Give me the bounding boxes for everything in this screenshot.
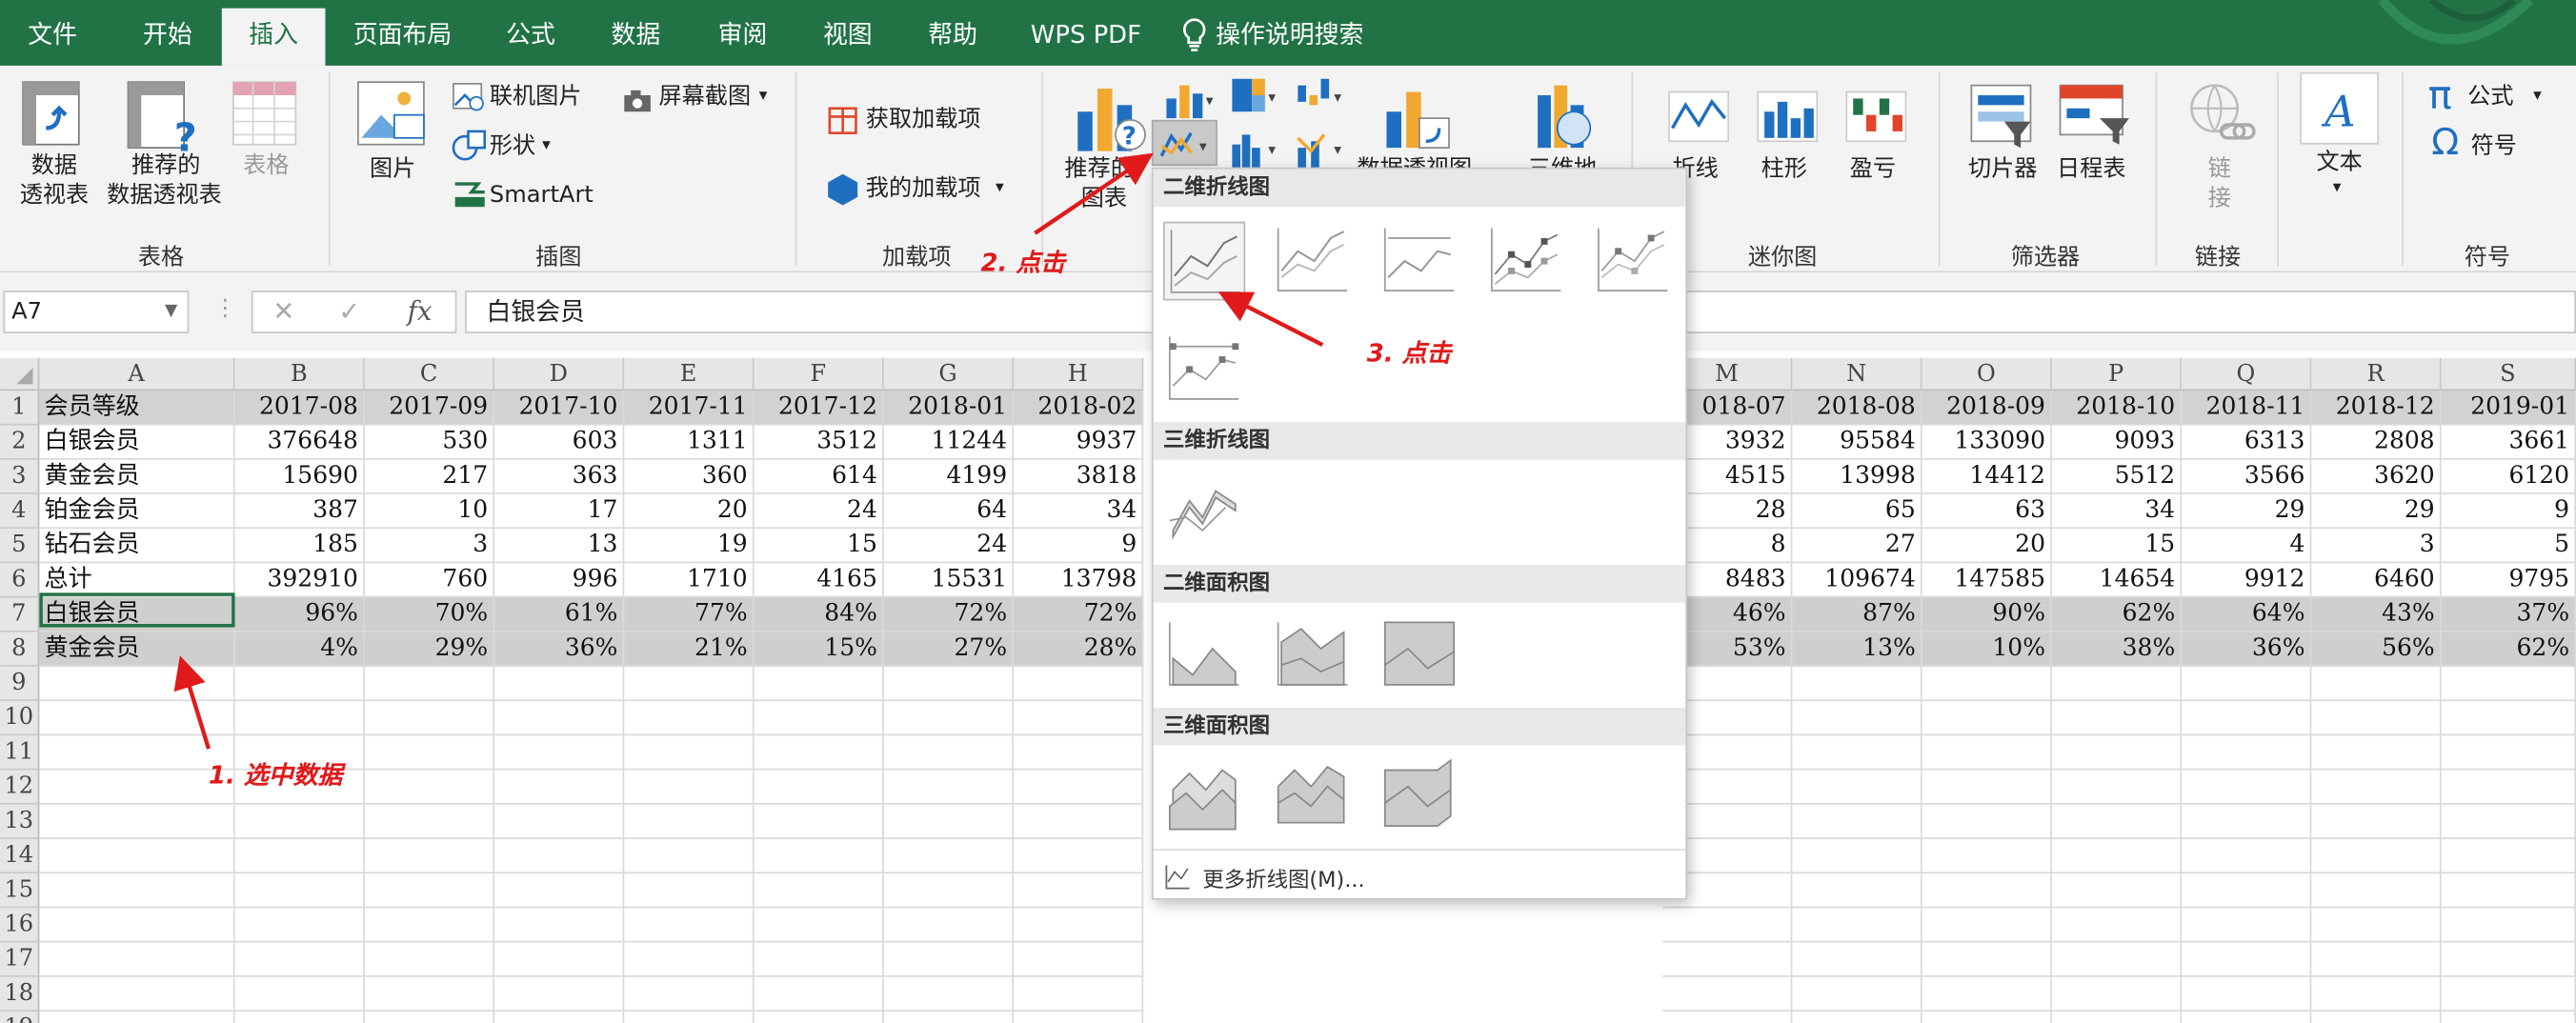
annotation-step1: 1. 选中数据: [209, 760, 343, 791]
annotation-arrows: [173, 152, 1324, 750]
arrow-step1: [173, 655, 211, 750]
annotation-step3: 3. 点击: [1366, 338, 1452, 369]
arrow-step2: [1034, 152, 1154, 235]
arrow-step3: [1218, 291, 1324, 347]
annotation-step2: 2. 点击: [980, 248, 1066, 278]
